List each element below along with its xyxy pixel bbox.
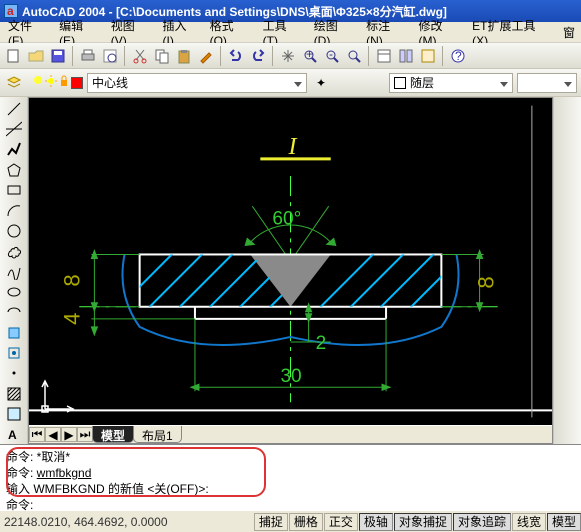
dim-30: 30: [280, 366, 301, 387]
svg-text:A: A: [8, 428, 17, 442]
point-icon[interactable]: [4, 364, 24, 383]
menu-bar: 文件(F) 编辑(E) 视图(V) 插入(I) 格式(O) 工具(T) 绘图(D…: [0, 22, 581, 43]
polar-toggle[interactable]: 极轴: [359, 513, 393, 531]
drawing-svg: I 60°: [29, 98, 552, 425]
dim-angle: 60°: [272, 208, 301, 229]
rectangle-icon[interactable]: [4, 180, 24, 199]
layer-bulb-icon[interactable]: [32, 75, 44, 90]
region-icon[interactable]: [4, 404, 24, 423]
polygon-icon[interactable]: [4, 160, 24, 179]
command-window[interactable]: 命令: *取消* 命令: wmfbkgnd 输入 WMFBKGND 的新值 <关…: [0, 444, 581, 510]
spline-icon[interactable]: [4, 262, 24, 281]
redo-icon[interactable]: [248, 46, 268, 66]
circle-icon[interactable]: [4, 221, 24, 240]
ortho-toggle[interactable]: 正交: [324, 513, 358, 531]
svg-text:+: +: [306, 48, 313, 61]
zoom-realtime-icon[interactable]: +: [300, 46, 320, 66]
layer-lock-icon[interactable]: [58, 75, 70, 90]
layer-manager-icon[interactable]: [4, 73, 24, 93]
tab-prev-icon[interactable]: ◀: [45, 427, 61, 442]
pline-icon[interactable]: [4, 140, 24, 159]
toolpalette-icon[interactable]: [418, 46, 438, 66]
color-combo[interactable]: 随层: [389, 73, 513, 93]
tab-next-icon[interactable]: ▶: [61, 427, 77, 442]
ucs-icon: [37, 377, 77, 417]
model-toggle[interactable]: 模型: [547, 513, 581, 531]
tab-model[interactable]: 模型: [92, 426, 134, 443]
undo-icon[interactable]: [226, 46, 246, 66]
bylayer-swatch: [394, 77, 406, 89]
tab-layout1[interactable]: 布局1: [133, 426, 182, 443]
paste-icon[interactable]: [174, 46, 194, 66]
revcloud-icon[interactable]: [4, 242, 24, 261]
hatch-icon[interactable]: [4, 384, 24, 403]
dim-4-left: 4: [59, 313, 84, 325]
ellipse-icon[interactable]: [4, 282, 24, 301]
layer-color-swatch[interactable]: [71, 77, 83, 89]
dim-2: 2: [316, 333, 327, 354]
new-icon[interactable]: [4, 46, 24, 66]
layer-sun-icon[interactable]: [45, 75, 57, 90]
dim-8-right: 8: [474, 276, 499, 288]
line-icon[interactable]: [4, 99, 24, 118]
layer-combo[interactable]: 中心线: [87, 73, 307, 93]
annotation-I: I: [287, 133, 297, 160]
cmd-line-4: 命令:: [6, 497, 575, 513]
svg-text:?: ?: [455, 49, 462, 63]
layer-toolbar: 中心线 ✦ 随层: [0, 69, 581, 97]
designcenter-icon[interactable]: [396, 46, 416, 66]
open-icon[interactable]: [26, 46, 46, 66]
highlight-box: [6, 447, 266, 497]
pan-icon[interactable]: [278, 46, 298, 66]
layer-state-icons: [32, 75, 83, 90]
osnap-toggle[interactable]: 对象捕捉: [394, 513, 452, 531]
copy-icon[interactable]: [152, 46, 172, 66]
dim-8-left: 8: [59, 274, 84, 286]
svg-text:-: -: [329, 48, 333, 61]
tab-first-icon[interactable]: ⏮: [29, 427, 45, 442]
coordinates: 22148.0210, 464.4692, 0.0000: [0, 515, 253, 529]
drawing-area[interactable]: I 60°: [28, 97, 553, 444]
tab-last-icon[interactable]: ⏭: [77, 427, 93, 442]
app-icon: [4, 4, 18, 18]
save-icon[interactable]: [48, 46, 68, 66]
prev-layer-icon[interactable]: ✦: [311, 73, 331, 93]
status-bar: 22148.0210, 464.4692, 0.0000 捕捉 栅格 正交 极轴…: [0, 510, 581, 532]
cut-icon[interactable]: [130, 46, 150, 66]
help-icon[interactable]: ?: [448, 46, 468, 66]
modify-toolbar: [553, 97, 581, 444]
menu-window[interactable]: 窗: [557, 22, 581, 43]
print-icon[interactable]: [78, 46, 98, 66]
color-combo-value: 随层: [410, 74, 434, 91]
xline-icon[interactable]: [4, 119, 24, 138]
layer-combo-value: 中心线: [92, 74, 128, 91]
snap-toggle[interactable]: 捕捉: [254, 513, 288, 531]
grid-toggle[interactable]: 栅格: [289, 513, 323, 531]
draw-toolbar: A: [0, 97, 28, 444]
linetype-combo[interactable]: [517, 73, 577, 93]
layout-tabs: ⏮ ◀ ▶ ⏭ 模型 布局1: [29, 425, 552, 443]
zoom-window-icon[interactable]: -: [322, 46, 342, 66]
ellipse-arc-icon[interactable]: [4, 303, 24, 322]
match-icon[interactable]: [196, 46, 216, 66]
text-icon[interactable]: A: [4, 425, 24, 444]
properties-icon[interactable]: [374, 46, 394, 66]
insert-block-icon[interactable]: [4, 323, 24, 342]
lwt-toggle[interactable]: 线宽: [512, 513, 546, 531]
make-block-icon[interactable]: [4, 343, 24, 362]
zoom-prev-icon[interactable]: [344, 46, 364, 66]
arc-icon[interactable]: [4, 201, 24, 220]
plot-preview-icon[interactable]: [100, 46, 120, 66]
otrack-toggle[interactable]: 对象追踪: [453, 513, 511, 531]
standard-toolbar: + - ?: [0, 43, 581, 69]
